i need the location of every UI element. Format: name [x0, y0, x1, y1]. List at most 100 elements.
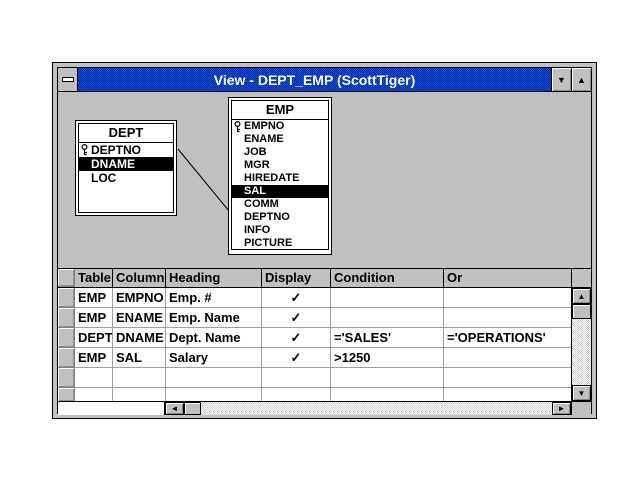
field-item-emp-hiredate[interactable]: HIREDATE	[232, 172, 328, 185]
horizontal-scroll-track[interactable]	[201, 402, 552, 415]
cell-heading[interactable]: Emp. Name	[166, 308, 262, 328]
vertical-scroll-thumb[interactable]	[572, 304, 591, 319]
cell-display-check[interactable]	[262, 388, 331, 401]
system-menu-icon	[62, 77, 74, 82]
cell-column[interactable]: DNAME	[113, 328, 166, 348]
table-row: EMP ENAME Emp. Name ✓	[58, 308, 571, 328]
cell-display-check[interactable]: ✓	[262, 348, 331, 368]
window-title: View - DEPT_EMP (ScottTiger)	[78, 68, 551, 91]
cell-column[interactable]	[113, 368, 166, 388]
field-label: DNAME	[91, 157, 135, 171]
table-node-emp-title[interactable]: EMP	[231, 100, 329, 120]
diagram-canvas: DEPT DEPTNO DNAME LOC	[58, 92, 591, 268]
cell-column[interactable]	[113, 388, 166, 401]
scroll-up-button[interactable]: ▲	[572, 288, 591, 304]
scroll-right-button[interactable]: ►	[552, 402, 571, 415]
cell-table[interactable]: EMP	[75, 308, 113, 328]
field-item-emp-comm[interactable]: COMM	[232, 198, 328, 211]
scrollbar-header-cap	[572, 269, 591, 288]
cell-heading[interactable]	[166, 368, 262, 388]
cell-condition[interactable]	[331, 388, 444, 401]
cell-heading[interactable]: Emp. #	[166, 288, 262, 308]
column-header-or: Or	[444, 269, 571, 287]
field-item-emp-deptno[interactable]: DEPTNO	[232, 211, 328, 224]
cell-table[interactable]: DEPT	[75, 328, 113, 348]
cell-display-check[interactable]: ✓	[262, 328, 331, 348]
row-selector[interactable]	[58, 308, 75, 328]
scroll-right-icon: ►	[558, 404, 566, 413]
cell-column[interactable]: ENAME	[113, 308, 166, 328]
cell-condition[interactable]	[331, 308, 444, 328]
field-label: COMM	[244, 198, 279, 210]
vertical-scroll-track[interactable]	[572, 319, 591, 385]
cell-table[interactable]	[75, 368, 113, 388]
field-item-emp-ename[interactable]: ENAME	[232, 133, 328, 146]
column-header-condition: Condition	[331, 269, 444, 287]
query-grid-columns: Table Column Heading Display Condition O…	[58, 269, 571, 401]
cell-or[interactable]	[444, 288, 571, 308]
cell-condition[interactable]: ='SALES'	[331, 328, 444, 348]
table-node-dept-title[interactable]: DEPT	[78, 123, 174, 143]
table-node-dept[interactable]: DEPT DEPTNO DNAME LOC	[75, 120, 177, 216]
cell-display-check[interactable]	[262, 368, 331, 388]
horizontal-scroll-thumb[interactable]	[184, 402, 201, 415]
cell-or[interactable]	[444, 368, 571, 388]
cell-heading[interactable]: Salary	[166, 348, 262, 368]
cell-or[interactable]: ='OPERATIONS'	[444, 328, 571, 348]
table-row: DEPT DNAME Dept. Name ✓ ='SALES' ='OPERA…	[58, 328, 571, 348]
maximize-button[interactable]: ▲	[571, 68, 591, 91]
cell-condition[interactable]: >1250	[331, 348, 444, 368]
field-label: HIREDATE	[244, 172, 299, 184]
cell-table[interactable]: EMP	[75, 288, 113, 308]
field-label: SAL	[244, 185, 266, 197]
field-label: INFO	[244, 224, 270, 236]
row-selector[interactable]	[58, 288, 75, 308]
field-label: JOB	[244, 146, 267, 158]
cell-heading[interactable]	[166, 388, 262, 401]
field-item-dept-loc[interactable]: LOC	[79, 171, 173, 185]
grid-header-selector	[58, 269, 75, 287]
minimize-button[interactable]: ▼	[551, 68, 571, 91]
cell-table[interactable]: EMP	[75, 348, 113, 368]
field-item-dept-deptno[interactable]: DEPTNO	[79, 143, 173, 157]
bottom-bar: ◄ ►	[58, 401, 591, 415]
scroll-left-button[interactable]: ◄	[165, 402, 184, 415]
minimize-icon: ▼	[557, 75, 566, 85]
cell-column[interactable]: EMPNO	[113, 288, 166, 308]
field-item-emp-sal[interactable]: SAL	[232, 185, 328, 198]
field-label: MGR	[244, 159, 270, 171]
cell-or[interactable]	[444, 388, 571, 401]
cell-or[interactable]	[444, 348, 571, 368]
scrollbar-corner	[571, 402, 591, 415]
table-row: EMP EMPNO Emp. # ✓	[58, 288, 571, 308]
view-designer-window: View - DEPT_EMP (ScottTiger) ▼ ▲ DEPT	[52, 62, 597, 419]
field-item-dept-dname[interactable]: DNAME	[79, 157, 173, 171]
cell-display-check[interactable]: ✓	[262, 288, 331, 308]
titlebar[interactable]: View - DEPT_EMP (ScottTiger) ▼ ▲	[58, 68, 591, 92]
field-label: LOC	[91, 171, 116, 185]
query-grid: Table Column Heading Display Condition O…	[58, 268, 591, 401]
column-header-column: Column	[113, 269, 166, 287]
cell-table[interactable]	[75, 388, 113, 401]
field-item-emp-picture[interactable]: PICTURE	[232, 237, 328, 250]
field-item-emp-mgr[interactable]: MGR	[232, 159, 328, 172]
row-selector[interactable]	[58, 388, 75, 401]
field-item-emp-empno[interactable]: EMPNO	[232, 120, 328, 133]
cell-display-check[interactable]: ✓	[262, 308, 331, 328]
row-selector[interactable]	[58, 368, 75, 388]
field-label: EMPNO	[244, 120, 284, 132]
column-header-display: Display	[262, 269, 331, 287]
scroll-down-button[interactable]: ▼	[572, 385, 591, 401]
cell-column[interactable]: SAL	[113, 348, 166, 368]
cell-condition[interactable]	[331, 368, 444, 388]
system-menu-button[interactable]	[58, 68, 78, 91]
cell-or[interactable]	[444, 308, 571, 328]
field-item-emp-info[interactable]: INFO	[232, 224, 328, 237]
row-selector[interactable]	[58, 328, 75, 348]
table-node-emp[interactable]: EMP EMPNO ENAME JOB	[228, 97, 332, 255]
table-node-emp-field-list: EMPNO ENAME JOB MGR HIREDATE S	[231, 120, 329, 250]
field-item-emp-job[interactable]: JOB	[232, 146, 328, 159]
row-selector[interactable]	[58, 348, 75, 368]
cell-condition[interactable]	[331, 288, 444, 308]
cell-heading[interactable]: Dept. Name	[166, 328, 262, 348]
